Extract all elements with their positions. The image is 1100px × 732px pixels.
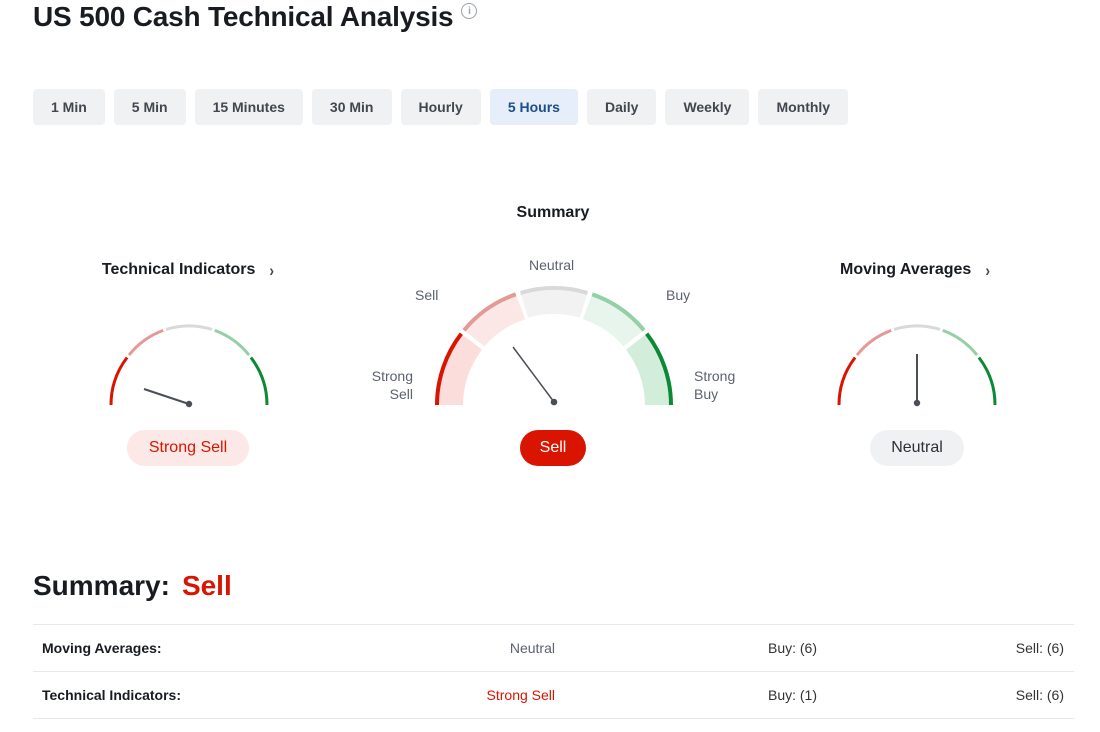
tab-1-min[interactable]: 1 Min — [33, 89, 105, 125]
moving-averages-dial — [837, 324, 997, 407]
table-row: Moving Averages: Neutral Buy: (6) Sell: … — [33, 624, 1074, 672]
dial-arc-neutral — [165, 324, 213, 331]
summary-dial — [435, 286, 673, 406]
moving-averages-gauge: Moving Averages › Neutral — [815, 258, 1015, 466]
row-label: Technical Indicators: — [33, 671, 343, 719]
row-sell-count: Sell: (6) — [818, 624, 1074, 672]
dial-needle — [143, 388, 190, 405]
label-strong-sell: Strong Sell — [371, 368, 413, 402]
dial-arc-strong-buy — [249, 356, 269, 406]
dial-needle — [512, 346, 555, 403]
tab-daily[interactable]: Daily — [586, 89, 657, 125]
dial-arc-strong-sell — [837, 356, 857, 406]
table-row: Technical Indicators: Strong Sell Buy: (… — [33, 671, 1074, 719]
dial-arc-neutral — [893, 324, 941, 331]
page-title-text: US 500 Cash Technical Analysis — [33, 1, 454, 32]
row-label: Moving Averages: — [33, 624, 343, 672]
dial-pivot — [550, 398, 558, 406]
page-title: US 500 Cash Technical Analysis i — [33, 0, 478, 34]
label-strong-buy: Strong Buy — [694, 368, 736, 402]
status-badge: Neutral — [870, 430, 964, 466]
moving-averages-status: Neutral — [870, 430, 964, 466]
row-status: Neutral — [343, 624, 556, 672]
summary-heading: Summary: Sell — [33, 570, 232, 602]
summary-heading-value: Sell — [181, 570, 232, 601]
moving-averages-title[interactable]: Moving Averages › — [815, 258, 1015, 282]
summary-table: Moving Averages: Neutral Buy: (6) Sell: … — [33, 624, 1074, 719]
dial-arc-strong-sell — [109, 356, 129, 406]
technical-indicators-title[interactable]: Technical Indicators › — [88, 258, 288, 282]
dial-fill-neutral — [520, 288, 588, 318]
summary-gauge: Summary Neutral Sell Buy Strong Sell Str… — [353, 200, 753, 480]
row-buy-count: Buy: (6) — [556, 624, 818, 672]
row-sell-count: Sell: (6) — [818, 671, 1074, 719]
technical-indicators-label: Technical Indicators — [101, 261, 256, 278]
tab-monthly[interactable]: Monthly — [758, 89, 849, 125]
chevron-right-icon[interactable]: › — [269, 260, 274, 279]
label-neutral: Neutral — [529, 257, 575, 273]
tab-weekly[interactable]: Weekly — [665, 89, 750, 125]
summary-gauge-title: Summary — [516, 204, 590, 221]
dial-pivot — [185, 400, 193, 408]
summary-status: Sell — [520, 430, 586, 466]
row-buy-count: Buy: (1) — [556, 671, 818, 719]
dial-arc-sell — [127, 328, 164, 357]
technical-indicators-dial — [109, 324, 269, 408]
dial-arc-buy — [942, 328, 979, 357]
tab-30-min[interactable]: 30 Min — [311, 89, 392, 125]
summary-heading-label: Summary: — [33, 570, 170, 601]
row-status: Strong Sell — [343, 671, 556, 719]
dial-fill — [437, 288, 671, 405]
tab-15-minutes[interactable]: 15 Minutes — [194, 89, 303, 125]
moving-averages-label: Moving Averages — [840, 261, 972, 278]
dial-arc-sell — [855, 328, 892, 357]
dial-pivot — [913, 399, 921, 407]
timeframe-tabs: 1 Min 5 Min 15 Minutes 30 Min Hourly 5 H… — [33, 89, 849, 125]
dial-arc-buy — [214, 328, 251, 357]
technical-indicators-gauge: Technical Indicators › Strong Sell — [88, 258, 288, 466]
tab-5-hours[interactable]: 5 Hours — [489, 89, 578, 125]
status-badge: Strong Sell — [127, 430, 249, 466]
tab-hourly[interactable]: Hourly — [400, 89, 481, 125]
tab-5-min[interactable]: 5 Min — [113, 89, 186, 125]
status-badge: Sell — [520, 430, 586, 466]
dial-arc-strong-buy — [977, 356, 997, 406]
chevron-right-icon[interactable]: › — [985, 260, 990, 279]
technical-indicators-status: Strong Sell — [127, 430, 249, 466]
info-icon[interactable]: i — [461, 3, 478, 19]
